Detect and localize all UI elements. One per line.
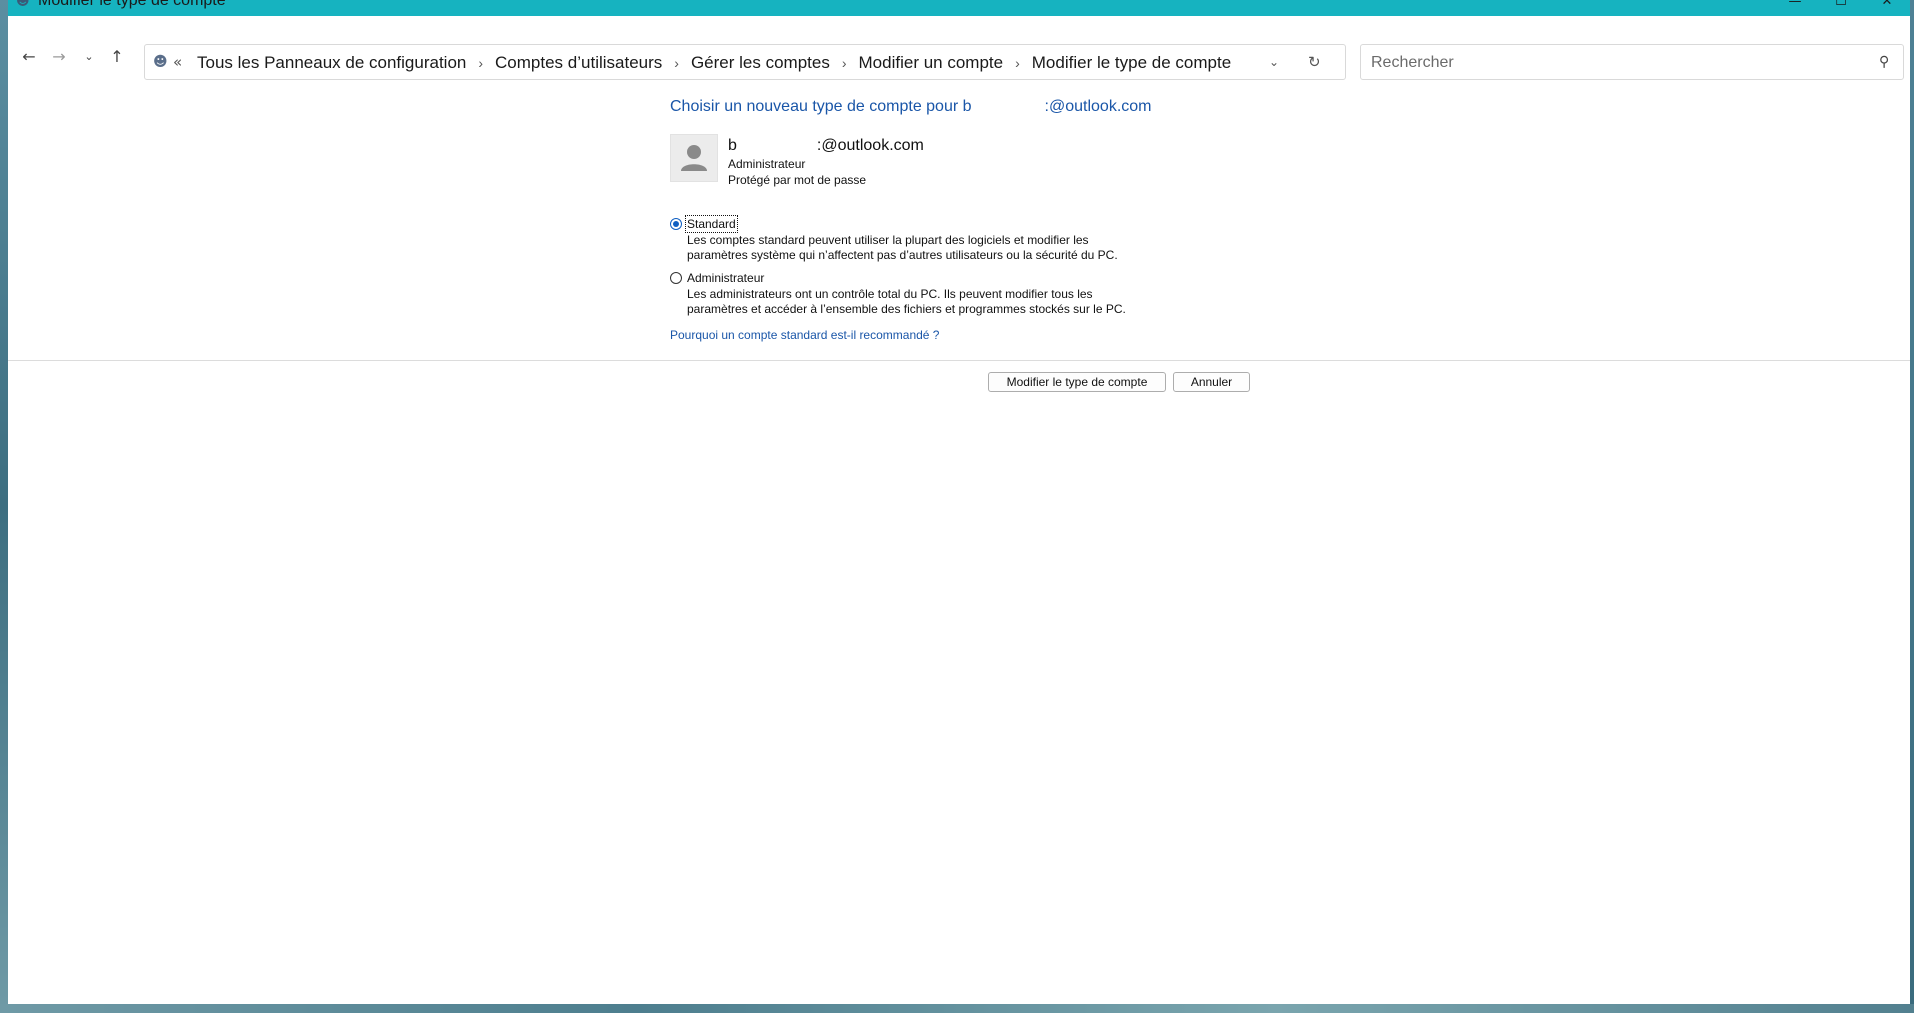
breadcrumb-separator-icon[interactable]: › (664, 55, 689, 71)
account-name-prefix: b (728, 137, 737, 154)
address-dropdown-chevron-icon[interactable]: ⌄ (1269, 53, 1279, 71)
window-title: Modifier le type de compte (38, 0, 226, 9)
account-name: b :@outlook.com (728, 137, 924, 155)
control-panel-icon: ☻ (153, 54, 168, 70)
desktop-wallpaper-bottom (0, 1004, 1914, 1013)
why-standard-account-link[interactable]: Pourquoi un compte standard est-il recom… (670, 328, 939, 342)
navigation-bar: ← → ⌄ ↑ ☻ « Tous les Panneaux de configu… (8, 16, 1910, 80)
standard-radio[interactable] (670, 218, 682, 230)
user-silhouette-icon (681, 145, 707, 171)
breadcrumb-separator-icon[interactable]: › (832, 55, 857, 71)
cancel-button[interactable]: Annuler (1173, 372, 1250, 392)
up-arrow-icon[interactable]: ↑ (104, 46, 130, 68)
control-panel-window: ☻ Modifier le type de compte — ☐ ✕ ← → ⌄… (8, 0, 1910, 1004)
desktop-wallpaper-left (0, 0, 8, 1013)
breadcrumb-separator-icon[interactable]: › (1005, 55, 1030, 71)
divider (8, 360, 1910, 361)
search-input[interactable] (1369, 51, 1863, 75)
page-title: Choisir un nouveau type de compte pour b… (670, 98, 1151, 116)
back-arrow-icon[interactable]: ← (16, 46, 42, 68)
main-content: Choisir un nouveau type de compte pour b… (8, 78, 1910, 360)
minimize-button[interactable]: — (1772, 0, 1818, 14)
breadcrumb-item-change-account[interactable]: Modifier un compte (857, 53, 1006, 73)
breadcrumb: Tous les Panneaux de configuration › Com… (195, 52, 1233, 74)
breadcrumb-item-all-control-panels[interactable]: Tous les Panneaux de configuration (195, 53, 468, 73)
title-bar[interactable]: ☻ Modifier le type de compte — ☐ ✕ (8, 0, 1910, 16)
standard-radio-label[interactable]: Standard (685, 215, 738, 233)
close-button[interactable]: ✕ (1864, 0, 1910, 14)
forward-arrow-icon[interactable]: → (46, 46, 72, 68)
account-name-suffix: :@outlook.com (816, 137, 924, 154)
avatar (670, 134, 718, 182)
change-account-type-button[interactable]: Modifier le type de compte (988, 372, 1166, 392)
account-password-status: Protégé par mot de passe (728, 173, 867, 187)
breadcrumb-separator-icon[interactable]: › (468, 55, 493, 71)
breadcrumb-item-manage-accounts[interactable]: Gérer les comptes (689, 53, 832, 73)
page-title-suffix: :@outlook.com (1044, 98, 1152, 115)
refresh-icon[interactable]: ↻ (1308, 51, 1321, 73)
search-box[interactable]: ⚲ (1360, 44, 1904, 80)
users-icon: ☻ (16, 0, 30, 9)
page-title-prefix: Choisir un nouveau type de compte pour b (670, 98, 972, 115)
search-icon[interactable]: ⚲ (1879, 53, 1889, 71)
account-role: Administrateur (728, 157, 806, 171)
desktop-wallpaper-right (1910, 0, 1914, 1013)
breadcrumb-item-user-accounts[interactable]: Comptes d’utilisateurs (493, 53, 664, 73)
administrator-radio[interactable] (670, 272, 682, 284)
standard-description: Les comptes standard peuvent utiliser la… (687, 233, 1118, 262)
administrator-description: Les administrateurs ont un contrôle tota… (687, 287, 1126, 316)
maximize-button[interactable]: ☐ (1818, 0, 1864, 14)
recent-locations-chevron-icon[interactable]: ⌄ (76, 46, 102, 68)
breadcrumb-item-change-account-type[interactable]: Modifier le type de compte (1030, 53, 1233, 73)
address-bar[interactable]: ☻ « Tous les Panneaux de configuration ›… (144, 44, 1346, 80)
breadcrumb-overflow-icon[interactable]: « (173, 51, 182, 73)
administrator-radio-label[interactable]: Administrateur (686, 270, 765, 286)
